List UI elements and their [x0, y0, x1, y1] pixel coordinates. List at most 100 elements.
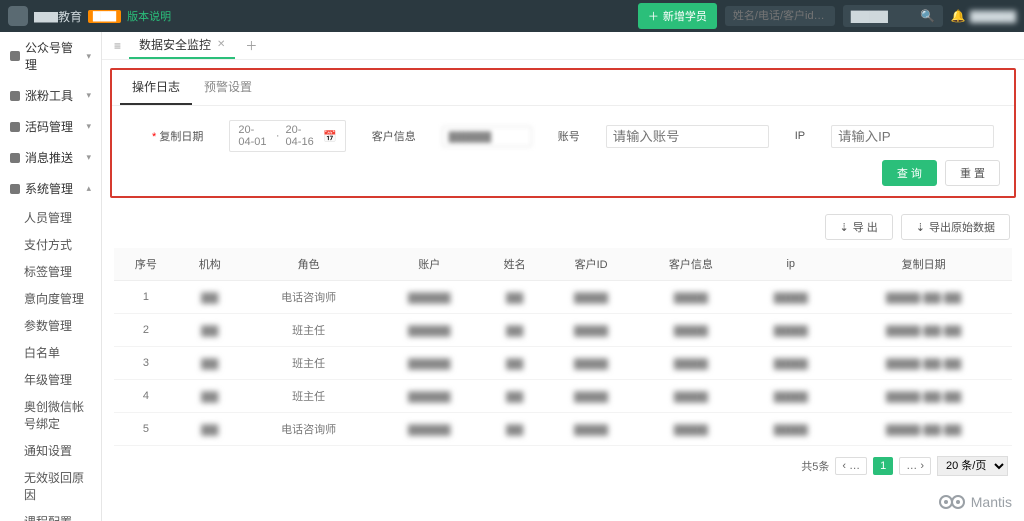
table-row[interactable]: 3▇▇班主任▇▇▇▇▇▇▇▇▇▇▇▇▇▇▇▇▇▇▇▇▇▇▇-▇▇-▇▇	[114, 347, 1012, 380]
cell-idx: 2	[114, 314, 178, 347]
export-toolbar: ⇣ 导 出 ⇣ 导出原始数据	[102, 206, 1024, 248]
ip-input[interactable]	[831, 125, 994, 148]
divider: ·	[276, 130, 280, 142]
sidebar: 公众号管理▾涨粉工具▾活码管理▾消息推送▾系统管理▴ 人员管理支付方式标签管理意…	[0, 32, 102, 521]
cell-name: ▇▇	[483, 413, 547, 446]
group-icon	[10, 91, 20, 101]
cell-role: 班主任	[242, 380, 376, 413]
table-row[interactable]: 4▇▇班主任▇▇▇▇▇▇▇▇▇▇▇▇▇▇▇▇▇▇▇▇▇▇▇-▇▇-▇▇	[114, 380, 1012, 413]
export-raw-label: 导出原始数据	[929, 219, 995, 235]
cell-ip: ▇▇▇▇	[746, 380, 835, 413]
cell-cinfo: ▇▇▇▇	[636, 413, 747, 446]
close-icon[interactable]: ✕	[217, 39, 225, 50]
pager-page-1[interactable]: 1	[873, 457, 893, 475]
main-area: ≡ 数据安全监控 ✕ ＋ 操作日志 预警设置 复制日期 20-04-01 · 2…	[102, 32, 1024, 521]
sidebar-item-白名单[interactable]: 白名单	[0, 339, 101, 366]
page-tabs: ≡ 数据安全监控 ✕ ＋	[102, 32, 1024, 60]
date-from: 20-04-01	[238, 124, 270, 148]
cell-idx: 3	[114, 347, 178, 380]
col-账户: 账户	[376, 248, 483, 281]
sidebar-group-4[interactable]: 系统管理 ▴	[0, 173, 101, 204]
cell-acct: ▇▇▇▇▇	[376, 413, 483, 446]
sidebar-group-label: 活码管理	[25, 118, 73, 135]
group-icon	[10, 153, 20, 163]
add-tab-icon[interactable]: ＋	[237, 37, 265, 54]
new-student-label: 新增学员	[663, 8, 707, 24]
sidebar-item-意向度管理[interactable]: 意向度管理	[0, 285, 101, 312]
sidebar-group-0[interactable]: 公众号管理▾	[0, 32, 101, 80]
account-label: 账号	[558, 128, 580, 144]
release-notes-link[interactable]: 版本说明	[127, 8, 171, 24]
sidebar-item-参数管理[interactable]: 参数管理	[0, 312, 101, 339]
cell-role: 班主任	[242, 314, 376, 347]
table-row[interactable]: 2▇▇班主任▇▇▇▇▇▇▇▇▇▇▇▇▇▇▇▇▇▇▇▇▇▇▇-▇▇-▇▇	[114, 314, 1012, 347]
export-button[interactable]: ⇣ 导 出	[825, 214, 893, 240]
pager-next[interactable]: … ›	[899, 457, 931, 475]
cust-info-label: 客户信息	[372, 128, 416, 144]
mantis-text: Mantis	[971, 494, 1012, 510]
tab-data-security[interactable]: 数据安全监控 ✕	[129, 32, 235, 59]
download-icon: ⇣	[916, 221, 925, 234]
sidebar-item-奥创微信帐号绑定[interactable]: 奥创微信帐号绑定	[0, 393, 101, 437]
pager-pagesize[interactable]: 20 条/页	[937, 456, 1008, 476]
search-button[interactable]: 查 询	[882, 160, 937, 186]
sidebar-item-标签管理[interactable]: 标签管理	[0, 258, 101, 285]
cell-org: ▇▇	[178, 347, 242, 380]
cell-ip: ▇▇▇▇	[746, 347, 835, 380]
cell-cid: ▇▇▇▇	[547, 347, 636, 380]
topbar: ▇▇教育 ▇▇▇ 版本说明 ＋ 新增学员 ▇▇▇▇ 🔍 🔔 ▇▇▇▇▇	[0, 0, 1024, 32]
results-table: 序号机构角色账户姓名客户ID客户信息ip复制日期 1▇▇电话咨询师▇▇▇▇▇▇▇…	[114, 248, 1012, 446]
search-icon: 🔍	[920, 9, 935, 23]
sidebar-group-3[interactable]: 消息推送▾	[0, 142, 101, 173]
bell-icon[interactable]: 🔔	[951, 9, 966, 23]
cell-idx: 1	[114, 281, 178, 314]
sidebar-group-2[interactable]: 活码管理▾	[0, 111, 101, 142]
chevron-icon: ▾	[86, 90, 91, 101]
sidebar-group-label: 系统管理	[25, 180, 73, 197]
cell-name: ▇▇	[483, 281, 547, 314]
cell-role: 电话咨询师	[242, 413, 376, 446]
collapse-sidebar-icon[interactable]: ≡	[108, 39, 127, 53]
col-客户信息: 客户信息	[636, 248, 747, 281]
cell-role: 班主任	[242, 347, 376, 380]
cell-cid: ▇▇▇▇	[547, 314, 636, 347]
col-复制日期: 复制日期	[835, 248, 1012, 281]
pager-prev[interactable]: ‹ …	[835, 457, 867, 475]
sidebar-item-通知设置[interactable]: 通知设置	[0, 437, 101, 464]
brand-text: ▇▇教育	[34, 8, 82, 25]
global-search[interactable]	[725, 6, 835, 26]
new-student-button[interactable]: ＋ 新增学员	[638, 3, 717, 29]
cell-acct: ▇▇▇▇▇	[376, 380, 483, 413]
chevron-icon: ▾	[86, 51, 91, 62]
table-row[interactable]: 1▇▇电话咨询师▇▇▇▇▇▇▇▇▇▇▇▇▇▇▇▇▇▇▇▇▇▇▇-▇▇-▇▇	[114, 281, 1012, 314]
cust-info-input[interactable]: ▇▇▇▇▇	[442, 126, 532, 147]
global-search-input[interactable]	[733, 10, 827, 22]
subtab-oplog[interactable]: 操作日志	[120, 70, 192, 105]
group-icon	[10, 51, 20, 61]
secondary-search[interactable]: ▇▇▇▇ 🔍	[843, 5, 943, 27]
subtab-alert-settings[interactable]: 预警设置	[192, 70, 264, 105]
reset-button[interactable]: 重 置	[945, 160, 1000, 186]
table-row[interactable]: 5▇▇电话咨询师▇▇▇▇▇▇▇▇▇▇▇▇▇▇▇▇▇▇▇▇▇▇▇-▇▇-▇▇	[114, 413, 1012, 446]
cust-info-value: ▇▇▇▇▇	[449, 131, 491, 143]
col-角色: 角色	[242, 248, 376, 281]
sidebar-item-年级管理[interactable]: 年级管理	[0, 366, 101, 393]
user-block[interactable]: 🔔 ▇▇▇▇▇	[951, 9, 1016, 23]
col-ip: ip	[746, 248, 835, 281]
date-range-input[interactable]: 20-04-01 · 20-04-16 📅	[229, 120, 345, 152]
export-raw-button[interactable]: ⇣ 导出原始数据	[901, 214, 1010, 240]
sidebar-group-label: 涨粉工具	[25, 87, 73, 104]
sidebar-item-课程配置[interactable]: 课程配置	[0, 508, 101, 521]
col-客户ID: 客户ID	[547, 248, 636, 281]
sidebar-group-1[interactable]: 涨粉工具 ▾	[0, 80, 101, 111]
sidebar-item-无效驳回原因[interactable]: 无效驳回原因	[0, 464, 101, 508]
cell-ip: ▇▇▇▇	[746, 413, 835, 446]
cell-org: ▇▇	[178, 281, 242, 314]
sidebar-item-支付方式[interactable]: 支付方式	[0, 231, 101, 258]
cell-date: ▇▇▇▇-▇▇-▇▇	[835, 314, 1012, 347]
account-input[interactable]	[606, 125, 769, 148]
chevron-icon: ▴	[86, 183, 91, 194]
sidebar-item-人员管理[interactable]: 人员管理	[0, 204, 101, 231]
cell-idx: 4	[114, 380, 178, 413]
sub-tabs: 操作日志 预警设置	[112, 70, 1014, 106]
